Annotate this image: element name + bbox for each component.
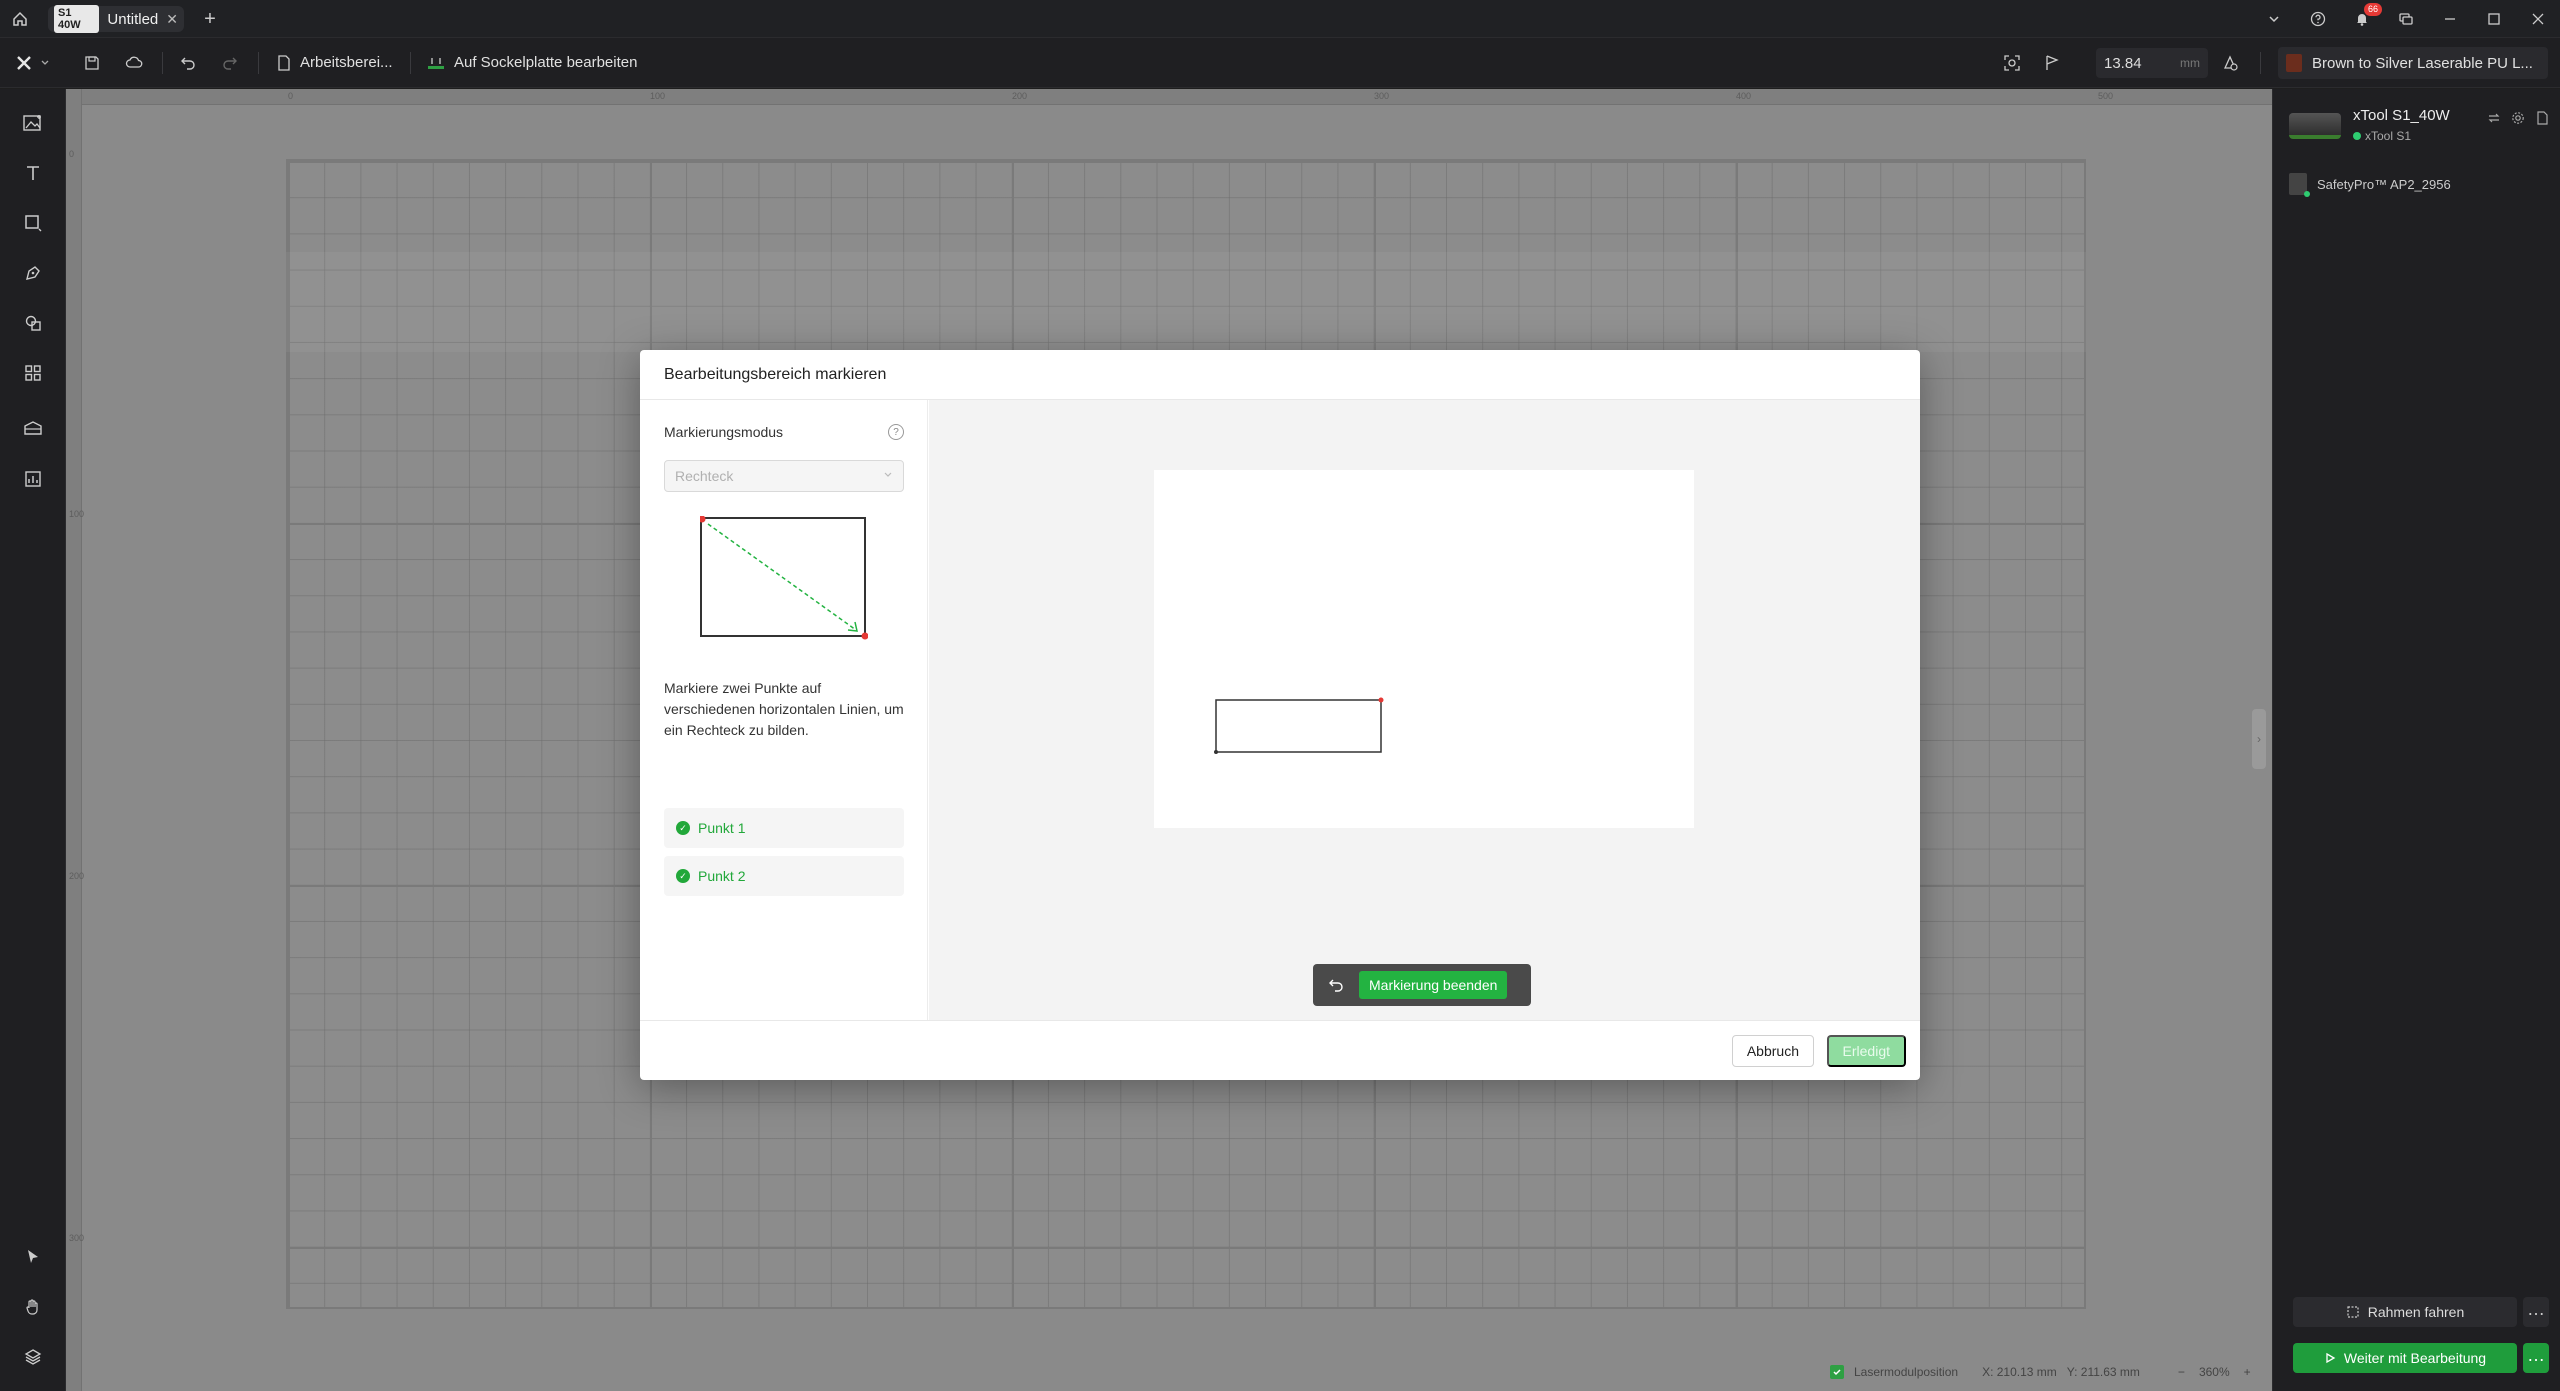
- dialog-footer: Abbruch Erledigt: [640, 1020, 1920, 1080]
- rectangle-mode-illustration: [700, 516, 868, 640]
- check-circle-icon: ✓: [676, 869, 690, 883]
- end-marking-button[interactable]: Markierung beenden: [1359, 971, 1508, 999]
- cancel-button[interactable]: Abbruch: [1731, 1035, 1814, 1067]
- marking-mode-label: Markierungsmodus: [664, 424, 784, 440]
- marking-mode-value: Rechteck: [675, 468, 734, 484]
- dialog-title: Bearbeitungsbereich markieren: [664, 365, 887, 383]
- dialog-options-panel: Markierungsmodus ? Rechteck Markiere zwe…: [640, 400, 928, 1020]
- point-2-status: ✓ Punkt 2: [664, 856, 904, 896]
- marking-instruction: Markiere zwei Punkte auf verschiedenen h…: [664, 680, 904, 738]
- marking-action-bar: Markierung beenden: [1313, 964, 1531, 1006]
- marking-mode-select[interactable]: Rechteck: [664, 460, 904, 492]
- mark-area-dialog: Bearbeitungsbereich markieren Markierung…: [640, 350, 1920, 1080]
- undo-marking-icon[interactable]: [1319, 970, 1353, 1000]
- point-1-label: Punkt 1: [698, 820, 746, 836]
- point-1-status: ✓ Punkt 1: [664, 808, 904, 848]
- question-icon[interactable]: ?: [888, 424, 904, 440]
- point-2-label: Punkt 2: [698, 868, 746, 884]
- camera-preview[interactable]: [1154, 470, 1694, 828]
- done-button[interactable]: Erledigt: [1826, 1035, 1906, 1067]
- chevron-down-icon: [883, 470, 893, 483]
- check-circle-icon: ✓: [676, 821, 690, 835]
- marker-point-1: [1214, 750, 1218, 754]
- marker-point-2: [1378, 697, 1384, 703]
- marking-preview-area[interactable]: Markierung beenden: [929, 400, 1920, 1020]
- dialog-header: Bearbeitungsbereich markieren: [640, 350, 1920, 400]
